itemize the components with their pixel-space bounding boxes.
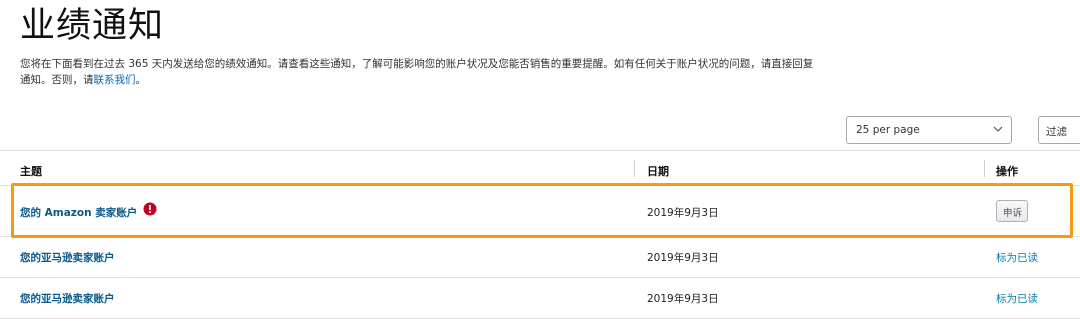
page-description: 您将在下面看到在过去 365 天内发送给您的绩效通知。请查看这些通知，了解可能影… xyxy=(20,56,820,88)
column-divider[interactable] xyxy=(634,160,635,177)
table-row: 您的亚马逊卖家账户 2019年9月3日 标为已读 xyxy=(0,237,1080,278)
notification-subject-link[interactable]: 您的亚马逊卖家账户 xyxy=(20,250,115,265)
appeal-button[interactable]: 申诉 xyxy=(996,200,1028,222)
contact-us-link[interactable]: 联系我们 xyxy=(94,74,136,86)
filter-label: 过滤 xyxy=(1046,126,1067,138)
header-action: 操作 xyxy=(996,165,1018,178)
mark-as-read-link[interactable]: 标为已读 xyxy=(996,291,1038,306)
notification-date: 2019年9月3日 xyxy=(647,252,719,264)
table-row: 您的亚马逊卖家账户 2019年9月3日 标为已读 xyxy=(0,278,1080,319)
exclamation-circle-icon xyxy=(143,202,157,216)
column-divider[interactable] xyxy=(984,160,985,177)
page-title: 业绩通知 xyxy=(20,6,165,46)
chevron-down-icon xyxy=(993,126,1003,132)
performance-notifications-page: 业绩通知 您将在下面看到在过去 365 天内发送给您的绩效通知。请查看这些通知，… xyxy=(0,0,1080,326)
appeal-button-label: 申诉 xyxy=(1003,208,1023,219)
table-row: 您的 Amazon 卖家账户 2019年9月3日 申诉 xyxy=(0,186,1080,237)
notification-date: 2019年9月3日 xyxy=(647,207,719,219)
description-end: 。 xyxy=(135,74,147,86)
table-header: 主题 日期 操作 xyxy=(0,150,1080,186)
mark-as-read-link[interactable]: 标为已读 xyxy=(996,250,1038,265)
notification-subject-link[interactable]: 您的亚马逊卖家账户 xyxy=(20,291,115,306)
filter-button[interactable]: 过滤 xyxy=(1038,116,1080,144)
per-page-select[interactable]: 25 per page xyxy=(846,116,1012,144)
notification-date: 2019年9月3日 xyxy=(647,293,719,305)
per-page-value: 25 per page xyxy=(856,124,920,136)
header-date: 日期 xyxy=(647,165,669,178)
notification-subject-link[interactable]: 您的 Amazon 卖家账户 xyxy=(20,205,137,220)
header-subject: 主题 xyxy=(20,165,42,178)
notifications-table: 主题 日期 操作 您的 Amazon 卖家账户 2019年9月3日 申诉 您的亚… xyxy=(0,150,1080,319)
